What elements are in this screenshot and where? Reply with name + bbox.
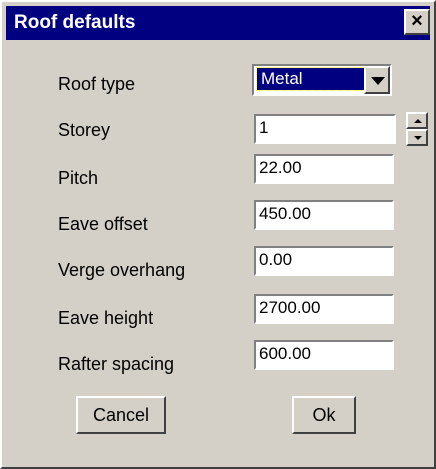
storey-spinner[interactable] <box>406 112 428 146</box>
cancel-button[interactable]: Cancel <box>76 396 166 434</box>
eave-height-input[interactable]: 2700.00 <box>254 294 394 324</box>
arrow-up-icon <box>414 119 422 123</box>
window-title: Roof defaults <box>14 12 136 33</box>
close-icon: × <box>411 10 423 32</box>
roof-type-selected-value: Metal <box>256 67 366 91</box>
title-bar[interactable]: Roof defaults × <box>6 6 430 40</box>
chevron-down-icon <box>371 77 385 85</box>
pitch-label: Pitch <box>58 168 99 188</box>
eave-offset-label: Eave offset <box>58 214 148 234</box>
rafter-spacing-input[interactable]: 600.00 <box>254 340 394 370</box>
rafter-spacing-label: Rafter spacing <box>58 354 175 374</box>
verge-overhang-label: Verge overhang <box>58 260 186 280</box>
pitch-input[interactable]: 22.00 <box>254 154 394 184</box>
roof-type-label: Roof type <box>58 74 136 94</box>
eave-height-label: Eave height <box>58 308 154 328</box>
storey-input[interactable]: 1 <box>254 114 396 144</box>
storey-decrement-button[interactable] <box>406 129 428 146</box>
storey-increment-button[interactable] <box>406 112 428 129</box>
eave-offset-input[interactable]: 450.00 <box>254 200 394 230</box>
arrow-down-icon <box>414 136 422 140</box>
close-button[interactable]: × <box>404 9 430 35</box>
verge-overhang-input[interactable]: 0.00 <box>254 246 394 276</box>
ok-button[interactable]: Ok <box>292 396 356 434</box>
storey-label: Storey <box>58 120 111 140</box>
roof-type-select[interactable]: Metal <box>252 64 392 96</box>
roof-defaults-dialog: Roof defaults × Roof type Metal Storey 1… <box>0 0 436 469</box>
roof-type-dropdown-button[interactable] <box>364 66 390 94</box>
